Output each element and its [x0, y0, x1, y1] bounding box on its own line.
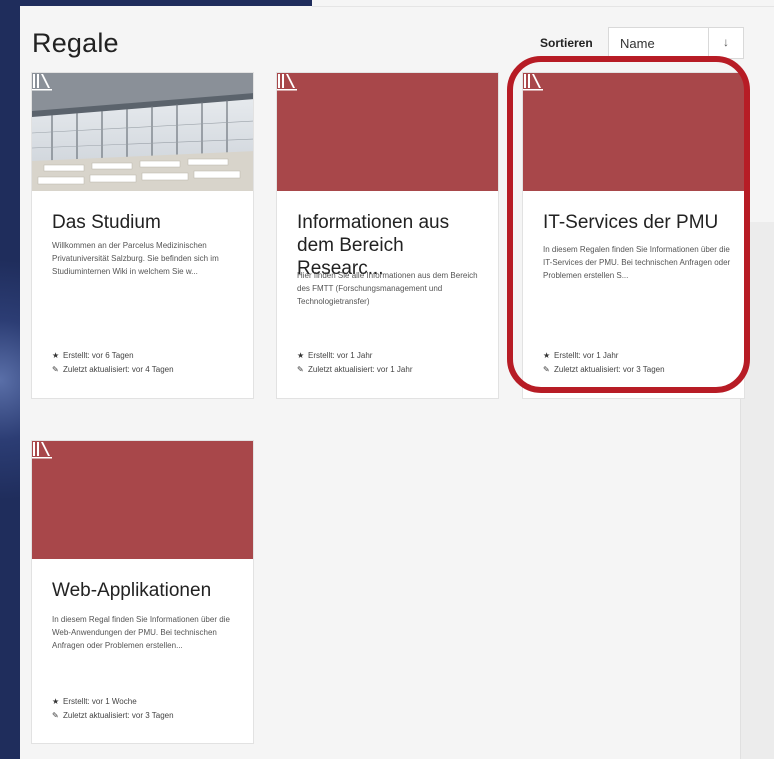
shelf-meta: ★ Erstellt: vor 1 Jahr ✎ Zuletzt aktualisi…	[297, 349, 412, 377]
shelf-card[interactable]: Web-Applikationen In diesem Regal finden…	[31, 440, 254, 744]
shelf-cover	[32, 441, 253, 559]
shelf-cover	[277, 73, 498, 191]
updated-date: Zuletzt aktualisiert: vor 4 Tagen	[63, 365, 174, 374]
shelf-card[interactable]: Das Studium Willkommen an der Parcelus M…	[31, 72, 254, 399]
shelf-meta: ★ Erstellt: vor 6 Tagen ✎ Zuletzt aktualis…	[52, 349, 174, 377]
shelf-description: In diesem Regal finden Sie Informationen…	[52, 615, 230, 650]
star-icon: ★	[297, 351, 305, 360]
highlight-circle	[507, 56, 750, 393]
sort-select[interactable]: Name ↓	[608, 27, 744, 59]
shelf-title[interactable]: Das Studium	[52, 211, 242, 234]
pencil-icon: ✎	[52, 711, 59, 720]
bookshelf-logo-icon	[32, 442, 52, 459]
pencil-icon: ✎	[297, 365, 304, 374]
star-icon: ★	[52, 351, 60, 360]
shelf-card[interactable]: Informationen aus dem Bereich Researc...…	[276, 72, 499, 399]
background-strip	[20, 0, 312, 6]
bookshelf-logo-icon	[32, 74, 52, 91]
bookshelf-logo-icon	[277, 74, 297, 91]
shelf-meta: ★ Erstellt: vor 1 Woche ✎ Zuletzt aktualis…	[52, 695, 174, 723]
building-photo	[32, 73, 253, 191]
updated-date: Zuletzt aktualisiert: vor 1 Jahr	[308, 365, 413, 374]
shelf-description: Hier finden Sie alle Informationen aus d…	[297, 271, 478, 306]
created-date: Erstellt: vor 1 Jahr	[308, 351, 373, 360]
top-bar	[312, 0, 774, 7]
sort-label: Sortieren	[540, 36, 593, 50]
star-icon: ★	[52, 697, 60, 706]
pencil-icon: ✎	[52, 365, 59, 374]
updated-date: Zuletzt aktualisiert: vor 3 Tagen	[63, 711, 174, 720]
background-pattern	[0, 0, 20, 759]
created-date: Erstellt: vor 1 Woche	[63, 697, 137, 706]
sort-value: Name	[620, 36, 655, 51]
shelf-description: Willkommen an der Parcelus Medizinischen…	[52, 241, 219, 276]
created-date: Erstellt: vor 6 Tagen	[63, 351, 134, 360]
page-title: Regale	[32, 28, 119, 58]
shelf-title[interactable]: Web-Applikationen	[52, 579, 242, 602]
shelf-cover-image	[32, 73, 253, 191]
arrow-down-icon[interactable]: ↓	[708, 28, 743, 58]
